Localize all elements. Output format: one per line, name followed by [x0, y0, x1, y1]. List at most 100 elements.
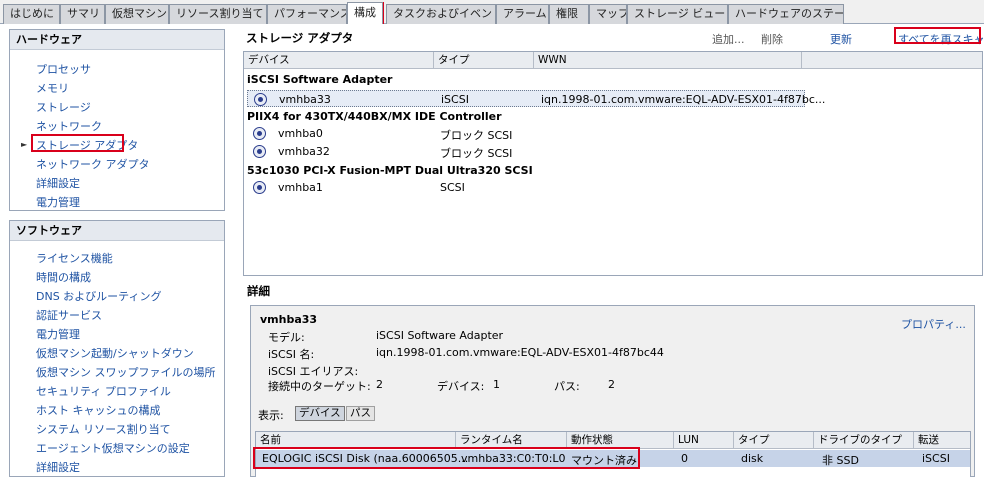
- software-item-agent-vm-settings[interactable]: エージェント仮想マシンの設定: [36, 440, 190, 456]
- tab-performance[interactable]: パフォーマンス: [267, 4, 347, 24]
- device-row-eqlogic[interactable]: EQLOGIC iSCSI Disk (naa.60006505... vmhb…: [256, 450, 970, 467]
- device-name: EQLOGIC iSCSI Disk (naa.60006505...: [262, 452, 469, 465]
- adapter-group-iscsi: iSCSI Software Adapter: [247, 73, 393, 86]
- hardware-item-memory[interactable]: メモリ: [36, 80, 69, 96]
- column-transport[interactable]: 転送: [914, 432, 970, 449]
- software-item-vm-startup-shutdown[interactable]: 仮想マシン起動/シャットダウン: [36, 345, 194, 361]
- software-item-host-cache[interactable]: ホスト キャッシュの構成: [36, 402, 161, 418]
- adapter-icon: [253, 127, 266, 140]
- column-operational-state[interactable]: 動作状態: [567, 432, 674, 449]
- software-item-authentication[interactable]: 認証サービス: [36, 307, 102, 323]
- paths-label: パス:: [554, 380, 580, 393]
- software-item-licensed-features[interactable]: ライセンス機能: [36, 250, 113, 266]
- column-filler: [802, 52, 982, 69]
- adapter-row-vmhba33[interactable]: vmhba33 iSCSI iqn.1998-01.com.vmware:EQL…: [247, 90, 825, 107]
- tab-hardware-status[interactable]: ハードウェアのステータス: [728, 4, 844, 24]
- column-drive-type[interactable]: ドライブのタイプ: [814, 432, 914, 449]
- iscsi-name-value: iqn.1998-01.com.vmware:EQL-ADV-ESX01-4f8…: [376, 346, 664, 359]
- device-transport: iSCSI: [922, 452, 950, 465]
- adapter-device: vmhba1: [278, 181, 323, 194]
- device-runtime-name: vmhba33:C0:T0:L0: [461, 452, 566, 465]
- device-type: disk: [741, 452, 764, 465]
- column-lun[interactable]: LUN: [674, 432, 734, 449]
- adapter-wwn: iqn.1998-01.com.vmware:EQL-ADV-ESX01-4f8…: [541, 93, 826, 106]
- software-item-power-management[interactable]: 電力管理: [36, 326, 80, 342]
- hardware-item-power-management[interactable]: 電力管理: [36, 194, 80, 210]
- device-drive-type: 非 SSD: [822, 454, 859, 467]
- tab-bar: はじめに サマリ 仮想マシン リソース割り当て パフォーマンス 構成 タスクおよ…: [0, 0, 984, 24]
- software-item-system-resource-allocation[interactable]: システム リソース割り当て: [36, 421, 171, 437]
- device-lun: 0: [681, 452, 688, 465]
- hardware-panel: ハードウェア プロセッサ メモリ ストレージ ネットワーク ► ストレージ アダ…: [9, 29, 225, 211]
- column-wwn[interactable]: WWN: [534, 52, 802, 69]
- column-name[interactable]: 名前: [256, 432, 456, 449]
- adapter-row-vmhba0[interactable]: vmhba0 ブロック SCSI: [247, 125, 805, 142]
- adapter-row-vmhba32[interactable]: vmhba32 ブロック SCSI: [247, 143, 805, 160]
- adapter-type: iSCSI: [441, 93, 469, 106]
- model-value: iSCSI Software Adapter: [376, 329, 504, 342]
- adapter-icon: [253, 145, 266, 158]
- tab-configuration[interactable]: 構成: [347, 2, 383, 24]
- tab-maps[interactable]: マップ: [589, 4, 627, 24]
- connected-targets-value: 2: [376, 378, 383, 391]
- tab-resource-allocation[interactable]: リソース割り当て: [169, 4, 267, 24]
- column-runtime-name[interactable]: ランタイム名: [456, 432, 567, 449]
- tab-summary[interactable]: サマリ: [60, 4, 105, 24]
- iscsi-alias-label: iSCSI エイリアス:: [268, 365, 359, 378]
- tab-alarms[interactable]: アラーム: [496, 4, 549, 24]
- adapter-row-vmhba1[interactable]: vmhba1 SCSI: [247, 179, 805, 196]
- device-state: マウント済み: [571, 454, 637, 467]
- adapter-icon: [254, 93, 267, 106]
- hardware-item-network-adapters[interactable]: ネットワーク アダプタ: [36, 156, 150, 172]
- details-devices-table: 名前 ランタイム名 動作状態 LUN タイプ ドライブのタイプ 転送 EQLOG…: [255, 431, 971, 477]
- column-type[interactable]: タイプ: [434, 52, 534, 69]
- column-device[interactable]: デバイス: [244, 52, 434, 69]
- hardware-panel-title: ハードウェア: [10, 30, 224, 50]
- adapter-device: vmhba33: [279, 93, 331, 106]
- storage-adapters-table: デバイス タイプ WWN iSCSI Software Adapter vmhb…: [243, 51, 983, 276]
- adapter-device: vmhba32: [278, 145, 330, 158]
- software-panel-title: ソフトウェア: [10, 221, 224, 241]
- connected-targets-label: 接続中のターゲット:: [268, 380, 371, 393]
- rescan-all-link[interactable]: すべてを再スキャン: [898, 31, 984, 47]
- adapter-type: ブロック SCSI: [440, 147, 513, 160]
- adapter-type: ブロック SCSI: [440, 129, 513, 142]
- tab-tasks-events[interactable]: タスクおよびイベント: [386, 4, 496, 24]
- tab-virtual-machines[interactable]: 仮想マシン: [105, 4, 169, 24]
- hardware-item-processors[interactable]: プロセッサ: [36, 61, 91, 77]
- software-item-security-profile[interactable]: セキュリティ プロファイル: [36, 383, 171, 399]
- remove-button[interactable]: 削除: [761, 31, 783, 47]
- tab-storage-views[interactable]: ストレージ ビュー: [627, 4, 728, 24]
- refresh-link[interactable]: 更新: [830, 31, 852, 47]
- hardware-item-advanced-settings[interactable]: 詳細設定: [36, 175, 80, 191]
- details-panel: vmhba33 プロパティ... モデル: iSCSI Software Ada…: [250, 305, 975, 477]
- details-adapter-name: vmhba33: [260, 313, 318, 326]
- view-label: 表示:: [258, 409, 284, 422]
- column-type[interactable]: タイプ: [734, 432, 814, 449]
- properties-link[interactable]: プロパティ...: [901, 316, 966, 332]
- devices-value: 1: [493, 378, 500, 391]
- software-item-time-configuration[interactable]: 時間の構成: [36, 269, 91, 285]
- selected-arrow-icon: ►: [21, 140, 28, 149]
- view-paths-button[interactable]: パス: [346, 406, 375, 421]
- tab-permissions[interactable]: 権限: [549, 4, 589, 24]
- software-item-vm-swapfile-location[interactable]: 仮想マシン スワップファイルの場所: [36, 364, 216, 380]
- adapter-icon: [253, 181, 266, 194]
- hardware-item-networking[interactable]: ネットワーク: [36, 118, 102, 134]
- paths-value: 2: [608, 378, 615, 391]
- devices-label: デバイス:: [437, 380, 485, 393]
- hardware-item-storage[interactable]: ストレージ: [36, 99, 91, 115]
- hardware-item-storage-adapters[interactable]: ストレージ アダプタ: [36, 137, 138, 153]
- iscsi-name-label: iSCSI 名:: [268, 348, 315, 361]
- model-label: モデル:: [268, 331, 305, 344]
- adapter-device: vmhba0: [278, 127, 323, 140]
- adapter-group-piix4: PIIX4 for 430TX/440BX/MX IDE Controller: [247, 110, 502, 123]
- view-devices-button[interactable]: デバイス: [295, 406, 345, 421]
- add-button[interactable]: 追加...: [712, 31, 745, 47]
- adapter-type: SCSI: [440, 181, 465, 194]
- tab-getting-started[interactable]: はじめに: [3, 4, 60, 24]
- software-panel: ソフトウェア ライセンス機能 時間の構成 DNS およびルーティング 認証サービ…: [9, 220, 225, 477]
- software-item-advanced-settings[interactable]: 詳細設定: [36, 459, 80, 475]
- software-item-dns-routing[interactable]: DNS およびルーティング: [36, 288, 162, 304]
- storage-adapters-title: ストレージ アダプタ: [246, 31, 354, 45]
